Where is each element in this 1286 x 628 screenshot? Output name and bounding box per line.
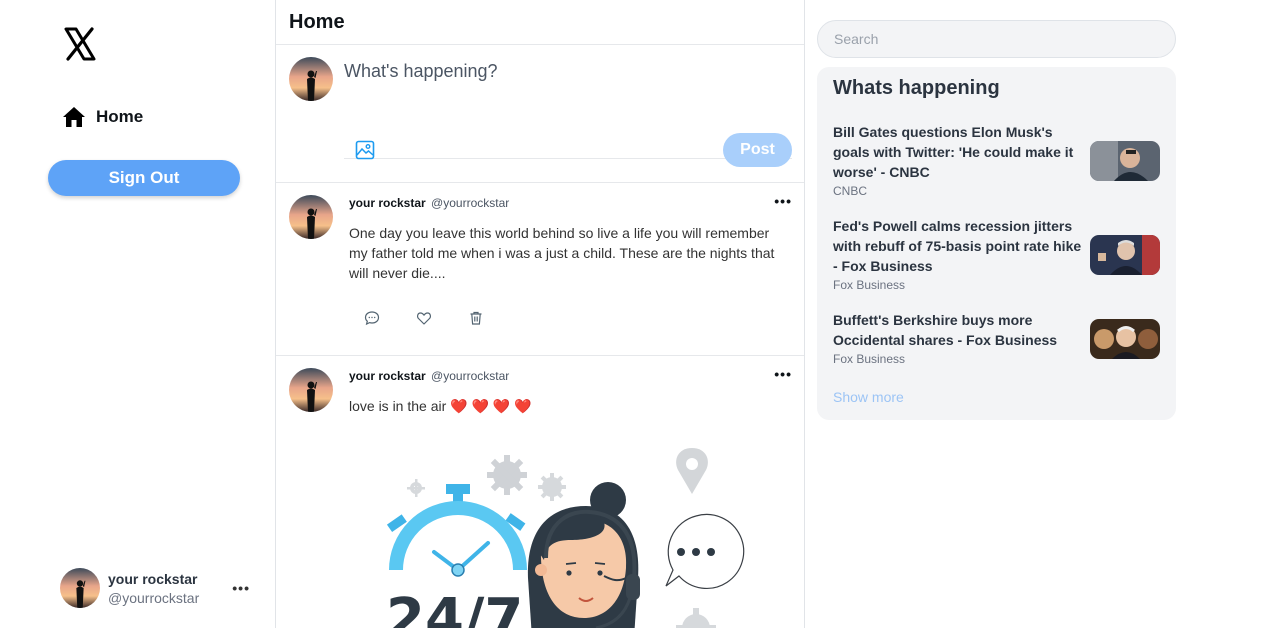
like-icon[interactable] (416, 310, 432, 331)
tweet-more-icon[interactable]: ••• (774, 193, 792, 209)
news-title: Fed's Powell calms recession jitters wit… (833, 218, 1082, 274)
news-title: Buffett's Berkshire buys more Occidental… (833, 312, 1058, 348)
svg-text:24/7: 24/7 (386, 587, 523, 628)
avatar (289, 195, 333, 239)
news-title: Bill Gates questions Elon Musk's goals w… (833, 124, 1074, 180)
compose-box: Post (276, 45, 804, 183)
more-options-icon[interactable]: ••• (232, 580, 250, 596)
tweet-author-handle: @yourrockstar (431, 369, 510, 383)
tweet: your rockstar @yourrockstar ••• One day … (276, 183, 804, 356)
news-source: CNBC (833, 184, 868, 198)
image-upload-icon[interactable] (355, 140, 375, 165)
search-input[interactable] (817, 20, 1176, 58)
current-user-name: your rockstar (108, 570, 198, 587)
news-item[interactable]: Fed's Powell calms recession jitters wit… (833, 216, 1163, 292)
show-more-link[interactable]: Show more (833, 389, 904, 405)
gear-icon (487, 455, 527, 495)
avatar (289, 368, 333, 412)
nav-home[interactable]: Home (62, 105, 143, 129)
feed-header: Home (276, 0, 804, 45)
avatar (60, 568, 100, 608)
tweet-actions (364, 310, 484, 331)
avatar (289, 57, 333, 101)
tweet-author-handle: @yourrockstar (431, 196, 510, 210)
x-logo-icon[interactable] (62, 26, 98, 62)
tweet-author-name: your rockstar (349, 196, 426, 210)
news-item[interactable]: Buffett's Berkshire buys more Occidental… (833, 310, 1163, 366)
sign-out-button[interactable]: Sign Out (48, 160, 240, 196)
reply-icon[interactable] (364, 310, 380, 331)
nav-home-label: Home (96, 107, 144, 126)
news-thumbnail (1090, 235, 1160, 275)
tweet-more-icon[interactable]: ••• (774, 366, 792, 382)
trends-panel: Whats happening Bill Gates questions Elo… (817, 67, 1176, 420)
trends-title: Whats happening (833, 77, 1000, 99)
main-feed: Home Post your rockstar @yourrockstar ••… (275, 0, 805, 628)
tweet-image[interactable]: 24/7 (376, 448, 776, 628)
news-item[interactable]: Bill Gates questions Elon Musk's goals w… (833, 122, 1163, 198)
current-user-handle: @yourrockstar (108, 589, 200, 606)
current-user-card[interactable]: your rockstar @yourrockstar ••• (60, 568, 260, 608)
tweet-author-name: your rockstar (349, 369, 426, 383)
news-thumbnail (1090, 141, 1160, 181)
tweet: your rockstar @yourrockstar ••• love is … (276, 356, 804, 628)
tweet-text: love is in the air ❤️ ❤️ ❤️ ❤️ (349, 398, 532, 414)
delete-icon[interactable] (468, 310, 484, 331)
news-source: Fox Business (833, 278, 906, 292)
post-button[interactable]: Post (723, 133, 792, 167)
news-thumbnail (1090, 319, 1160, 359)
left-sidebar: Home Sign Out your rockstar @yourrocksta… (0, 0, 275, 628)
tweet-text: One day you leave this world behind so l… (349, 225, 775, 281)
home-icon (63, 107, 85, 127)
page-title: Home (289, 11, 345, 33)
